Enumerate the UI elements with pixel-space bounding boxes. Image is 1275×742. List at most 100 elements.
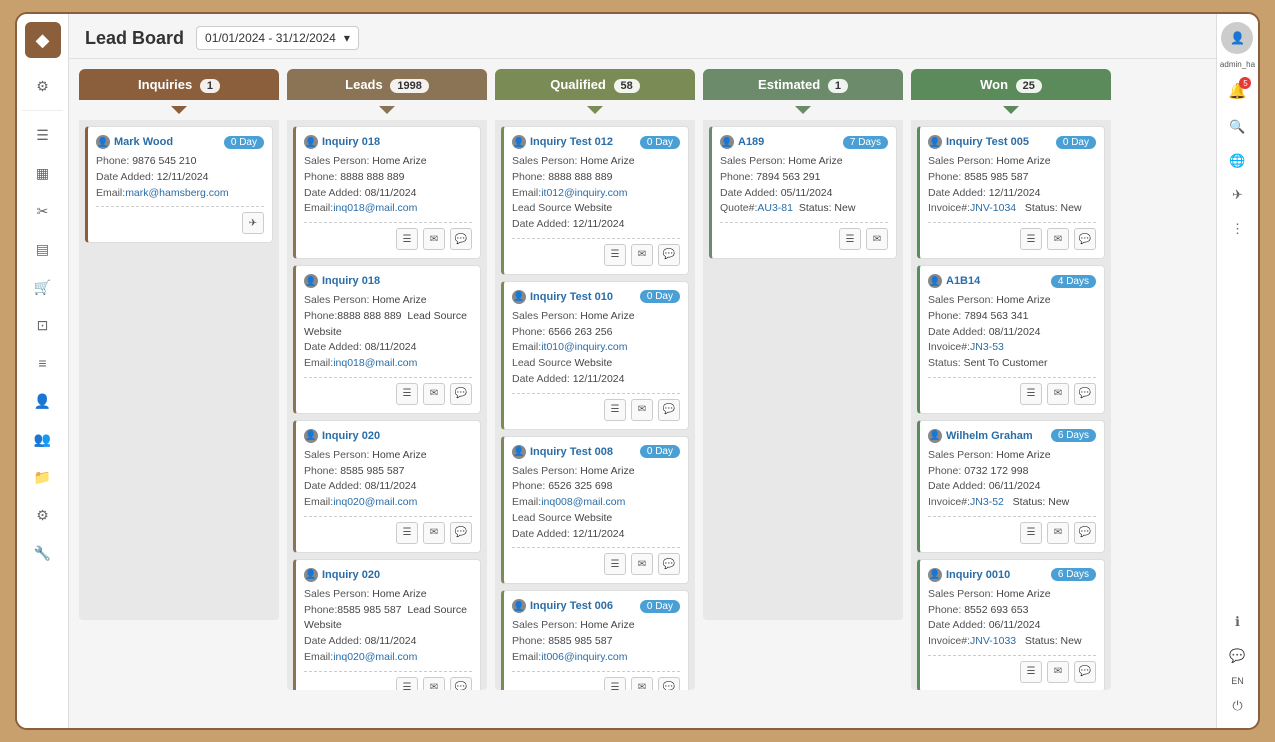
right-sidebar-bottom: ℹ 💬 EN ⏻ xyxy=(1224,608,1252,728)
chat-action-button[interactable]: 💬 xyxy=(658,399,680,421)
more-icon[interactable]: ⋮ xyxy=(1223,215,1251,243)
list-action-button[interactable]: ☰ xyxy=(1020,522,1042,544)
email-action-button[interactable]: ✉ xyxy=(1047,383,1069,405)
email-link[interactable]: inq018@mail.com xyxy=(333,202,417,214)
card-name-link[interactable]: Wilhelm Graham xyxy=(946,430,1033,442)
chat-action-button[interactable]: 💬 xyxy=(1074,228,1096,250)
card-name-link[interactable]: Inquiry Test 005 xyxy=(946,136,1029,148)
chat-action-button[interactable]: 💬 xyxy=(1074,522,1096,544)
card-name-link[interactable]: A189 xyxy=(738,136,764,148)
user-avatar[interactable]: 👤 xyxy=(1221,22,1253,54)
card: 👤Inquiry Test 005 0 Day Sales Person: Ho… xyxy=(917,126,1105,259)
sidebar-settings-icon[interactable]: ⚙ xyxy=(27,499,59,531)
list-action-button[interactable]: ☰ xyxy=(839,228,861,250)
sidebar-cart-icon[interactable]: 🛒 xyxy=(27,271,59,303)
quote-link[interactable]: AU3-81 xyxy=(757,202,793,214)
sidebar-wrench-icon[interactable]: 🔧 xyxy=(27,537,59,569)
email-action-button[interactable]: ✉ xyxy=(1047,228,1069,250)
card-name-link[interactable]: Inquiry Test 012 xyxy=(530,136,613,148)
sidebar-tools-icon[interactable]: ✂ xyxy=(27,195,59,227)
card-name-link[interactable]: Inquiry Test 010 xyxy=(530,291,613,303)
date-filter-dropdown[interactable]: 01/01/2024 - 31/12/2024 ▾ xyxy=(196,26,359,50)
card-name-link[interactable]: Inquiry Test 008 xyxy=(530,446,613,458)
chat-action-button[interactable]: 💬 xyxy=(1074,661,1096,683)
email-link[interactable]: it006@inquiry.com xyxy=(541,651,627,663)
email-action-button[interactable]: ✉ xyxy=(1047,661,1069,683)
sidebar-filter-icon[interactable]: ⚙ xyxy=(27,70,59,102)
email-action-button[interactable]: ✉ xyxy=(866,228,888,250)
card-field: Date Added: 08/11/2024 xyxy=(304,479,472,495)
card-divider xyxy=(928,516,1096,517)
sidebar-calendar-icon[interactable]: ▦ xyxy=(27,157,59,189)
invoice-link[interactable]: JN3-52 xyxy=(970,496,1004,508)
email-action-button[interactable]: ✉ xyxy=(631,553,653,575)
card-name-link[interactable]: Inquiry 018 xyxy=(322,275,380,287)
email-link[interactable]: it012@inquiry.com xyxy=(541,187,627,199)
invoice-link[interactable]: JNV-1034 xyxy=(970,202,1016,214)
list-action-button[interactable]: ☰ xyxy=(1020,383,1042,405)
chat-action-button[interactable]: 💬 xyxy=(450,228,472,250)
email-link[interactable]: inq020@mail.com xyxy=(333,651,417,663)
email-action-button[interactable]: ✉ xyxy=(423,677,445,691)
sidebar-folder-icon[interactable]: 📁 xyxy=(27,461,59,493)
card-field: Email:it010@inquiry.com xyxy=(512,340,680,356)
user-icon: 👤 xyxy=(512,290,526,304)
email-action-button[interactable]: ✉ xyxy=(631,399,653,421)
app-logo[interactable]: ◆ xyxy=(25,22,61,58)
list-action-button[interactable]: ☰ xyxy=(604,399,626,421)
card-name-container: 👤Inquiry Test 008 xyxy=(512,445,613,459)
globe-icon[interactable]: 🌐 xyxy=(1223,147,1251,175)
email-link[interactable]: mark@hamsberg.com xyxy=(125,187,228,199)
email-action-button[interactable]: ✉ xyxy=(423,228,445,250)
chat-action-button[interactable]: 💬 xyxy=(450,383,472,405)
card-divider xyxy=(304,516,472,517)
email-action-button[interactable]: ✉ xyxy=(423,383,445,405)
send-icon[interactable]: ✈ xyxy=(1223,181,1251,209)
send-action-button[interactable]: ✈ xyxy=(242,212,264,234)
notification-bell-icon[interactable]: 🔔 5 xyxy=(1221,75,1253,107)
sidebar-people-icon[interactable]: 👤 xyxy=(27,385,59,417)
email-link[interactable]: inq008@mail.com xyxy=(541,496,625,508)
chat-action-button[interactable]: 💬 xyxy=(658,244,680,266)
sidebar-chart-icon[interactable]: ▤ xyxy=(27,233,59,265)
list-action-button[interactable]: ☰ xyxy=(396,677,418,691)
list-action-button[interactable]: ☰ xyxy=(396,383,418,405)
chat-action-button[interactable]: 💬 xyxy=(450,677,472,691)
list-action-button[interactable]: ☰ xyxy=(396,522,418,544)
info-icon[interactable]: ℹ xyxy=(1224,608,1252,636)
sidebar-list-icon[interactable]: ☰ xyxy=(27,119,59,151)
sidebar-camera-icon[interactable]: ⊡ xyxy=(27,309,59,341)
chat-action-button[interactable]: 💬 xyxy=(658,677,680,691)
card-name-link[interactable]: A1B14 xyxy=(946,275,980,287)
search-icon[interactable]: 🔍 xyxy=(1223,113,1251,141)
list-action-button[interactable]: ☰ xyxy=(604,553,626,575)
chat-action-button[interactable]: 💬 xyxy=(450,522,472,544)
invoice-link[interactable]: JN3-53 xyxy=(970,341,1004,353)
sidebar-doc-icon[interactable]: ≡ xyxy=(27,347,59,379)
chat-action-button[interactable]: 💬 xyxy=(1074,383,1096,405)
list-action-button[interactable]: ☰ xyxy=(1020,661,1042,683)
email-link[interactable]: inq018@mail.com xyxy=(333,357,417,369)
invoice-link[interactable]: JNV-1033 xyxy=(970,635,1016,647)
list-action-button[interactable]: ☰ xyxy=(604,677,626,691)
chat-icon[interactable]: 💬 xyxy=(1224,642,1252,670)
list-action-button[interactable]: ☰ xyxy=(1020,228,1042,250)
power-icon[interactable]: ⏻ xyxy=(1224,692,1252,720)
card-name-link[interactable]: Inquiry 020 xyxy=(322,569,380,581)
email-action-button[interactable]: ✉ xyxy=(631,244,653,266)
card-name-link[interactable]: Inquiry 0010 xyxy=(946,569,1010,581)
email-action-button[interactable]: ✉ xyxy=(423,522,445,544)
email-link[interactable]: inq020@mail.com xyxy=(333,496,417,508)
card-name-link[interactable]: Inquiry Test 006 xyxy=(530,600,613,612)
list-action-button[interactable]: ☰ xyxy=(604,244,626,266)
email-link[interactable]: it010@inquiry.com xyxy=(541,341,627,353)
chat-action-button[interactable]: 💬 xyxy=(658,553,680,575)
card-header: 👤Inquiry Test 012 0 Day xyxy=(512,135,680,149)
email-action-button[interactable]: ✉ xyxy=(1047,522,1069,544)
list-action-button[interactable]: ☰ xyxy=(396,228,418,250)
card-name-link[interactable]: Inquiry 020 xyxy=(322,430,380,442)
email-action-button[interactable]: ✉ xyxy=(631,677,653,691)
card-name-link[interactable]: Inquiry 018 xyxy=(322,136,380,148)
card-header: 👤Inquiry 018 xyxy=(304,135,472,149)
sidebar-person-icon[interactable]: 👥 xyxy=(27,423,59,455)
